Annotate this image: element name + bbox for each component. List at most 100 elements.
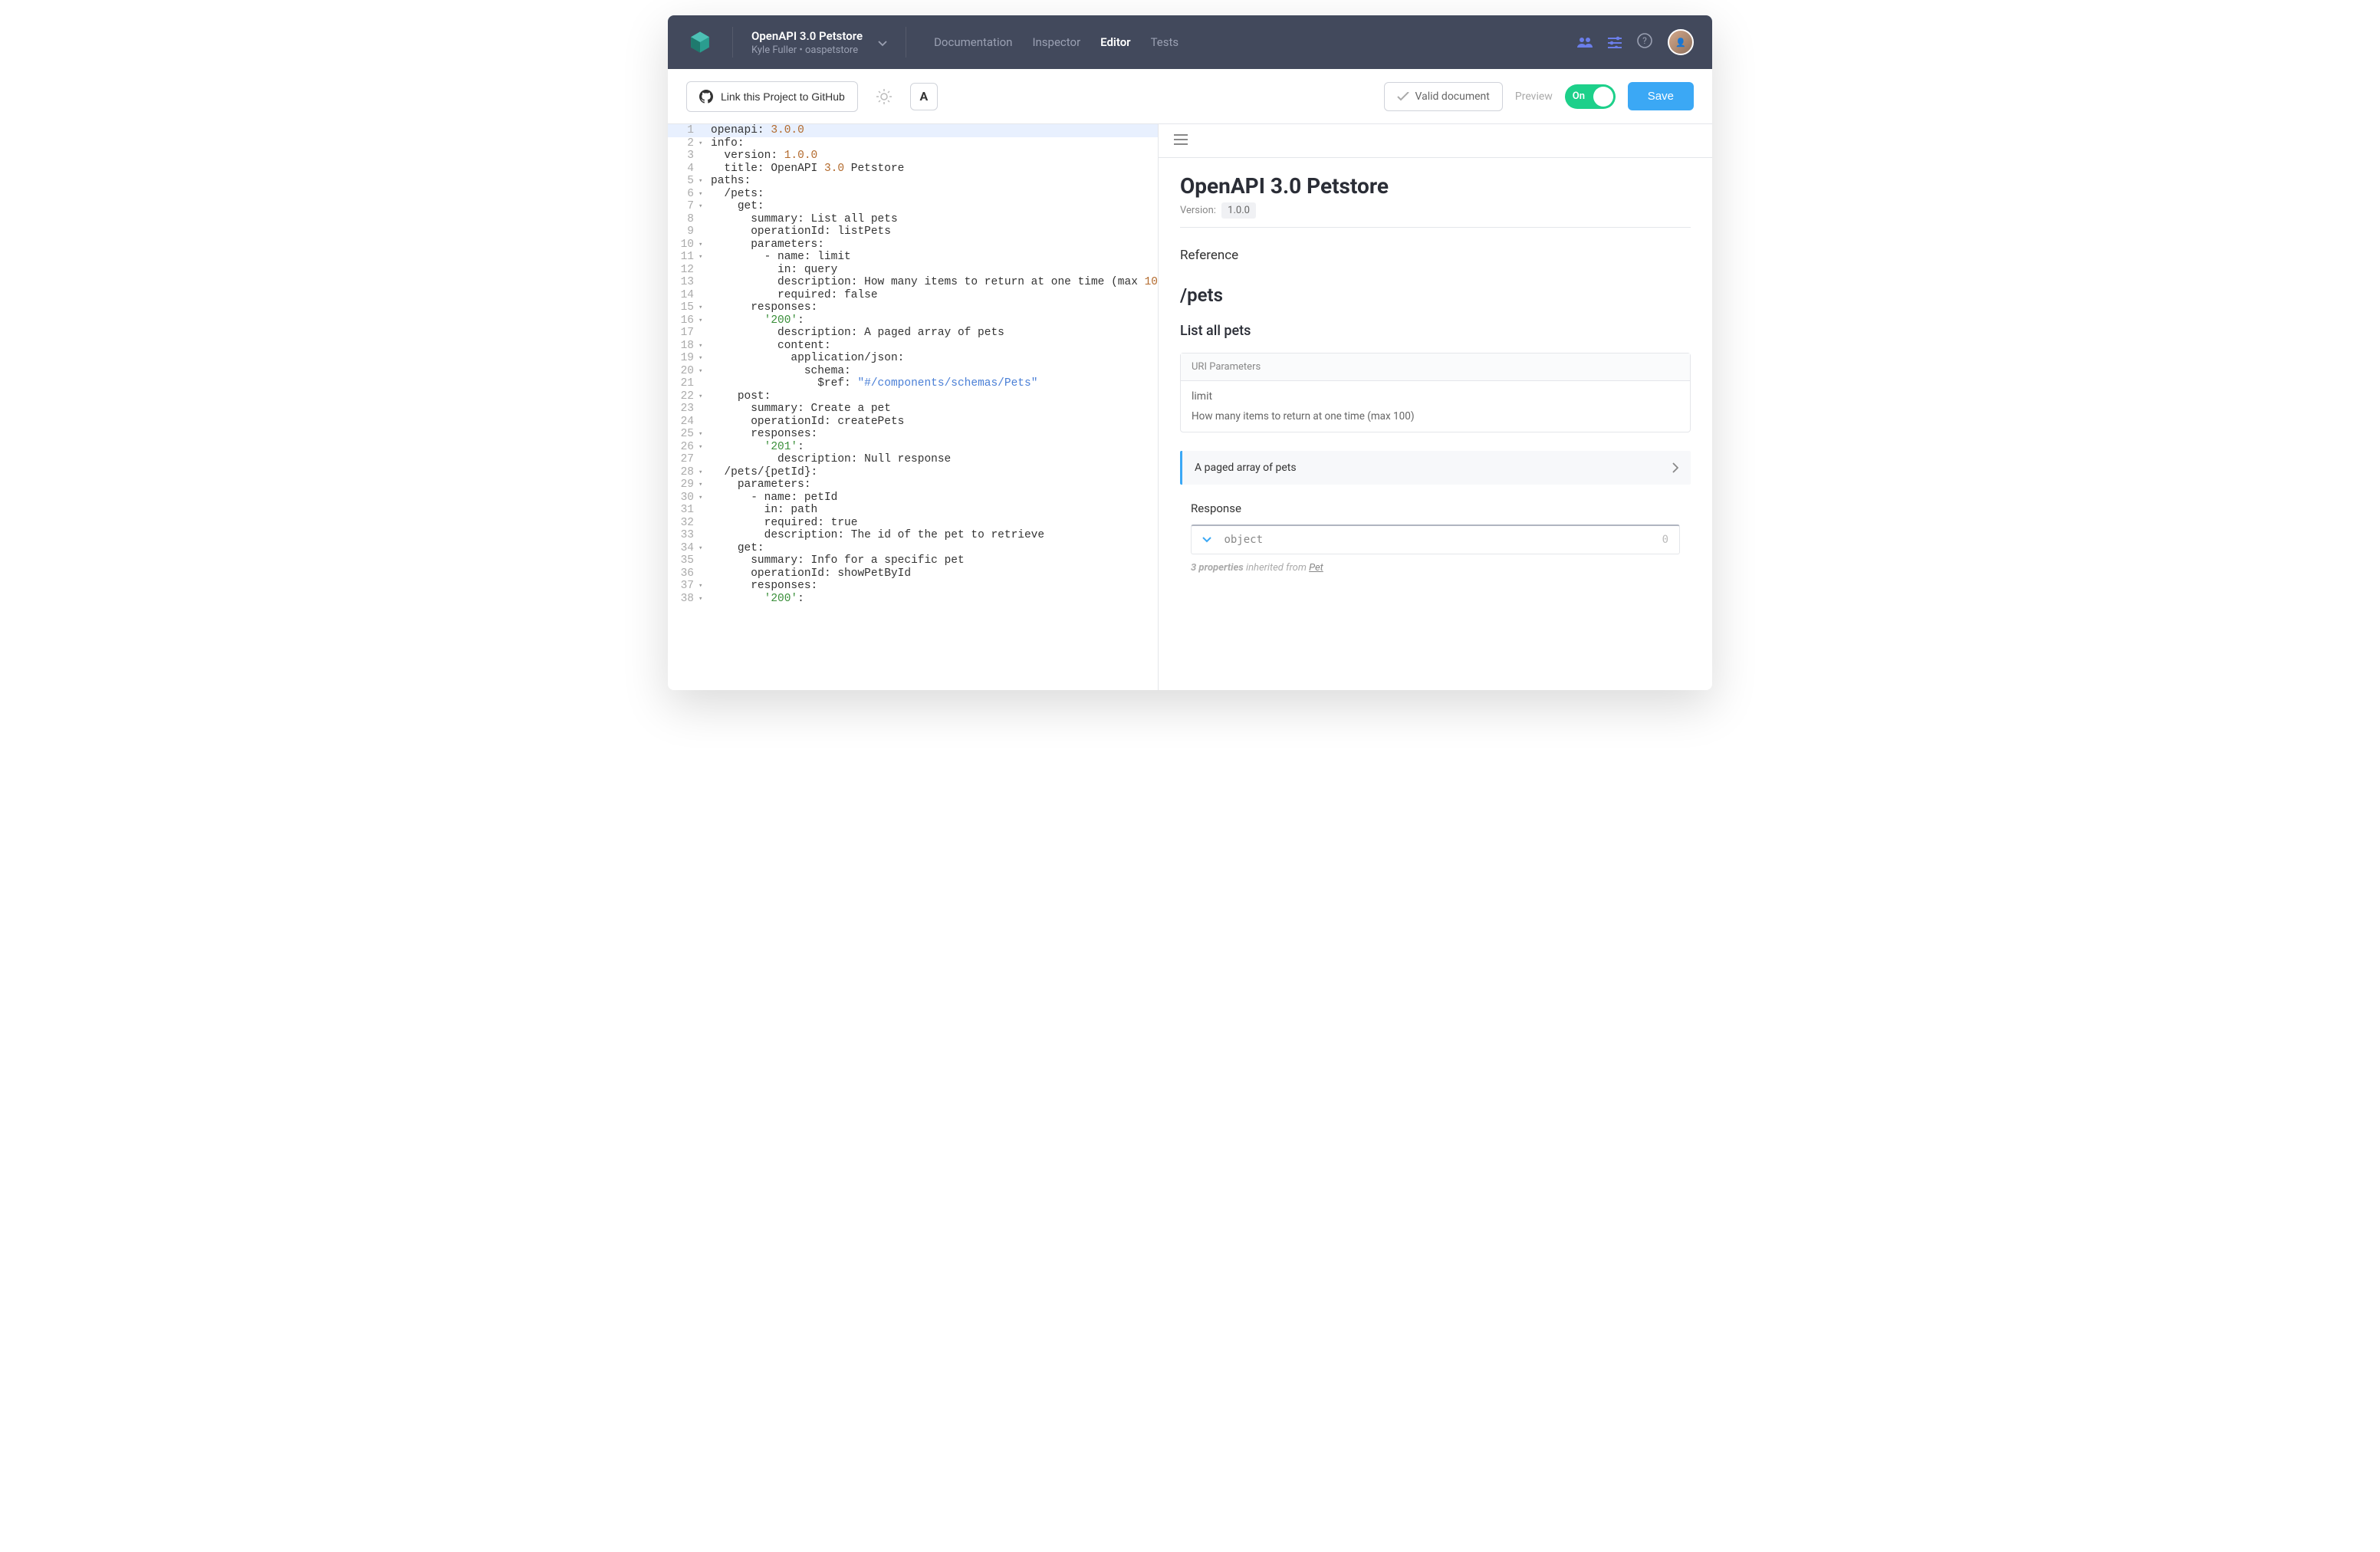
inherit-note: 3 properties inherited from Pet bbox=[1191, 562, 1680, 574]
schema-box: object 0 bbox=[1191, 524, 1680, 554]
settings-button[interactable] bbox=[1608, 36, 1622, 48]
code-line[interactable]: 18▾ content: bbox=[668, 340, 1158, 353]
code-line[interactable]: 31 in: path bbox=[668, 504, 1158, 517]
code-line[interactable]: 34▾ get: bbox=[668, 542, 1158, 555]
nav-item-tests[interactable]: Tests bbox=[1151, 35, 1179, 49]
code-line[interactable]: 35 summary: Info for a specific pet bbox=[668, 554, 1158, 567]
code-line[interactable]: 30▾ - name: petId bbox=[668, 492, 1158, 505]
api-version: Version: 1.0.0 bbox=[1180, 205, 1691, 216]
checkmark-icon bbox=[1397, 92, 1409, 101]
chevron-down-icon bbox=[878, 41, 887, 47]
save-button[interactable]: Save bbox=[1628, 82, 1694, 110]
app-window: OpenAPI 3.0 Petstore Kyle Fuller • oaspe… bbox=[668, 15, 1712, 690]
code-line[interactable]: 29▾ parameters: bbox=[668, 478, 1158, 492]
response-section-label: Response bbox=[1191, 501, 1691, 515]
main-nav: Documentation Inspector Editor Tests bbox=[934, 35, 1178, 49]
uri-parameters-box: URI Parameters limit How many items to r… bbox=[1180, 353, 1691, 432]
code-line[interactable]: 1openapi: 3.0.0 bbox=[668, 124, 1158, 137]
code-editor[interactable]: 1openapi: 3.0.02▾info:3 version: 1.0.04 … bbox=[668, 124, 1159, 690]
code-line[interactable]: 38▾ '200': bbox=[668, 593, 1158, 606]
code-line[interactable]: 12 in: query bbox=[668, 264, 1158, 277]
code-line[interactable]: 27 description: Null response bbox=[668, 453, 1158, 466]
code-line[interactable]: 9 operationId: listPets bbox=[668, 225, 1158, 238]
param-section-header: URI Parameters bbox=[1181, 353, 1690, 381]
nav-item-editor[interactable]: Editor bbox=[1100, 35, 1130, 49]
hamburger-icon bbox=[1174, 134, 1188, 145]
code-line[interactable]: 33 description: The id of the pet to ret… bbox=[668, 529, 1158, 542]
team-button[interactable] bbox=[1577, 36, 1593, 48]
code-line[interactable]: 8 summary: List all pets bbox=[668, 213, 1158, 226]
parameter-row: limit How many items to return at one ti… bbox=[1181, 381, 1690, 432]
svg-text:?: ? bbox=[1642, 35, 1647, 46]
main-split: 1openapi: 3.0.02▾info:3 version: 1.0.04 … bbox=[668, 124, 1712, 690]
preview-body: OpenAPI 3.0 Petstore Version: 1.0.0 Refe… bbox=[1159, 158, 1712, 589]
nav-item-documentation[interactable]: Documentation bbox=[934, 35, 1012, 49]
parameter-description: How many items to return at one time (ma… bbox=[1192, 410, 1679, 423]
response-toggle[interactable]: A paged array of pets bbox=[1180, 451, 1691, 485]
code-line[interactable]: 17 description: A paged array of pets bbox=[668, 327, 1158, 340]
code-line[interactable]: 10▾ parameters: bbox=[668, 238, 1158, 252]
code-line[interactable]: 4 title: OpenAPI 3.0 Petstore bbox=[668, 163, 1158, 176]
code-line[interactable]: 5▾paths: bbox=[668, 175, 1158, 188]
operation-summary: List all pets bbox=[1180, 323, 1691, 339]
app-header: OpenAPI 3.0 Petstore Kyle Fuller • oaspe… bbox=[668, 15, 1712, 69]
link-github-button[interactable]: Link this Project to GitHub bbox=[686, 81, 858, 112]
chevron-right-icon bbox=[1672, 462, 1678, 473]
divider bbox=[1180, 227, 1691, 228]
editor-toolbar: Link this Project to GitHub A Valid docu… bbox=[668, 69, 1712, 124]
parameter-name: limit bbox=[1192, 390, 1679, 403]
code-line[interactable]: 3 version: 1.0.0 bbox=[668, 150, 1158, 163]
nav-item-inspector[interactable]: Inspector bbox=[1032, 35, 1080, 49]
help-button[interactable]: ? bbox=[1637, 33, 1652, 51]
chevron-down-icon bbox=[1202, 537, 1211, 543]
preview-menu-button[interactable] bbox=[1174, 133, 1697, 148]
project-dropdown-toggle[interactable] bbox=[872, 29, 893, 56]
api-title: OpenAPI 3.0 Petstore bbox=[1180, 173, 1691, 199]
code-line[interactable]: 21 $ref: "#/components/schemas/Pets" bbox=[668, 377, 1158, 390]
project-info: OpenAPI 3.0 Petstore Kyle Fuller • oaspe… bbox=[751, 29, 863, 56]
code-line[interactable]: 16▾ '200': bbox=[668, 314, 1158, 327]
font-size-button[interactable]: A bbox=[910, 83, 938, 110]
code-line[interactable]: 32 required: true bbox=[668, 517, 1158, 530]
code-line[interactable]: 25▾ responses: bbox=[668, 428, 1158, 441]
header-actions: ? 👤 bbox=[1577, 29, 1694, 55]
code-line[interactable]: 24 operationId: createPets bbox=[668, 416, 1158, 429]
code-line[interactable]: 37▾ responses: bbox=[668, 580, 1158, 593]
code-line[interactable]: 22▾ post: bbox=[668, 390, 1158, 403]
schema-row[interactable]: object 0 bbox=[1192, 526, 1679, 554]
github-icon bbox=[699, 90, 713, 104]
preview-toggle[interactable]: On bbox=[1565, 84, 1616, 109]
code-line[interactable]: 11▾ - name: limit bbox=[668, 251, 1158, 264]
sliders-icon bbox=[1608, 36, 1622, 48]
code-line[interactable]: 14 required: false bbox=[668, 289, 1158, 302]
code-content: 1openapi: 3.0.02▾info:3 version: 1.0.04 … bbox=[668, 124, 1158, 605]
help-icon: ? bbox=[1637, 33, 1652, 48]
project-title: OpenAPI 3.0 Petstore bbox=[751, 29, 863, 43]
code-line[interactable]: 23 summary: Create a pet bbox=[668, 403, 1158, 416]
code-line[interactable]: 28▾ /pets/{petId}: bbox=[668, 466, 1158, 479]
toolbar-right: Valid document Preview On Save bbox=[1384, 82, 1694, 111]
preview-header bbox=[1159, 124, 1712, 158]
code-line[interactable]: 15▾ responses: bbox=[668, 301, 1158, 314]
code-line[interactable]: 19▾ application/json: bbox=[668, 352, 1158, 365]
theme-toggle-button[interactable] bbox=[870, 83, 898, 110]
code-line[interactable]: 20▾ schema: bbox=[668, 365, 1158, 378]
preview-pane: OpenAPI 3.0 Petstore Version: 1.0.0 Refe… bbox=[1159, 124, 1712, 690]
path-heading: /pets bbox=[1180, 284, 1691, 306]
code-line[interactable]: 7▾ get: bbox=[668, 200, 1158, 213]
people-icon bbox=[1577, 36, 1593, 48]
code-line[interactable]: 26▾ '201': bbox=[668, 441, 1158, 454]
project-subtitle: Kyle Fuller • oaspetstore bbox=[751, 44, 863, 56]
code-line[interactable]: 2▾info: bbox=[668, 137, 1158, 150]
code-line[interactable]: 36 operationId: showPetById bbox=[668, 567, 1158, 580]
code-line[interactable]: 6▾ /pets: bbox=[668, 188, 1158, 201]
reference-heading: Reference bbox=[1180, 248, 1691, 263]
user-avatar[interactable]: 👤 bbox=[1668, 29, 1694, 55]
inherit-link[interactable]: Pet bbox=[1309, 562, 1323, 574]
preview-toggle-label: Preview bbox=[1515, 90, 1553, 103]
validation-status: Valid document bbox=[1384, 82, 1503, 111]
brand-logo-icon[interactable] bbox=[686, 28, 714, 56]
code-line[interactable]: 13 description: How many items to return… bbox=[668, 276, 1158, 289]
toggle-thumb bbox=[1593, 87, 1613, 107]
divider bbox=[732, 27, 733, 58]
